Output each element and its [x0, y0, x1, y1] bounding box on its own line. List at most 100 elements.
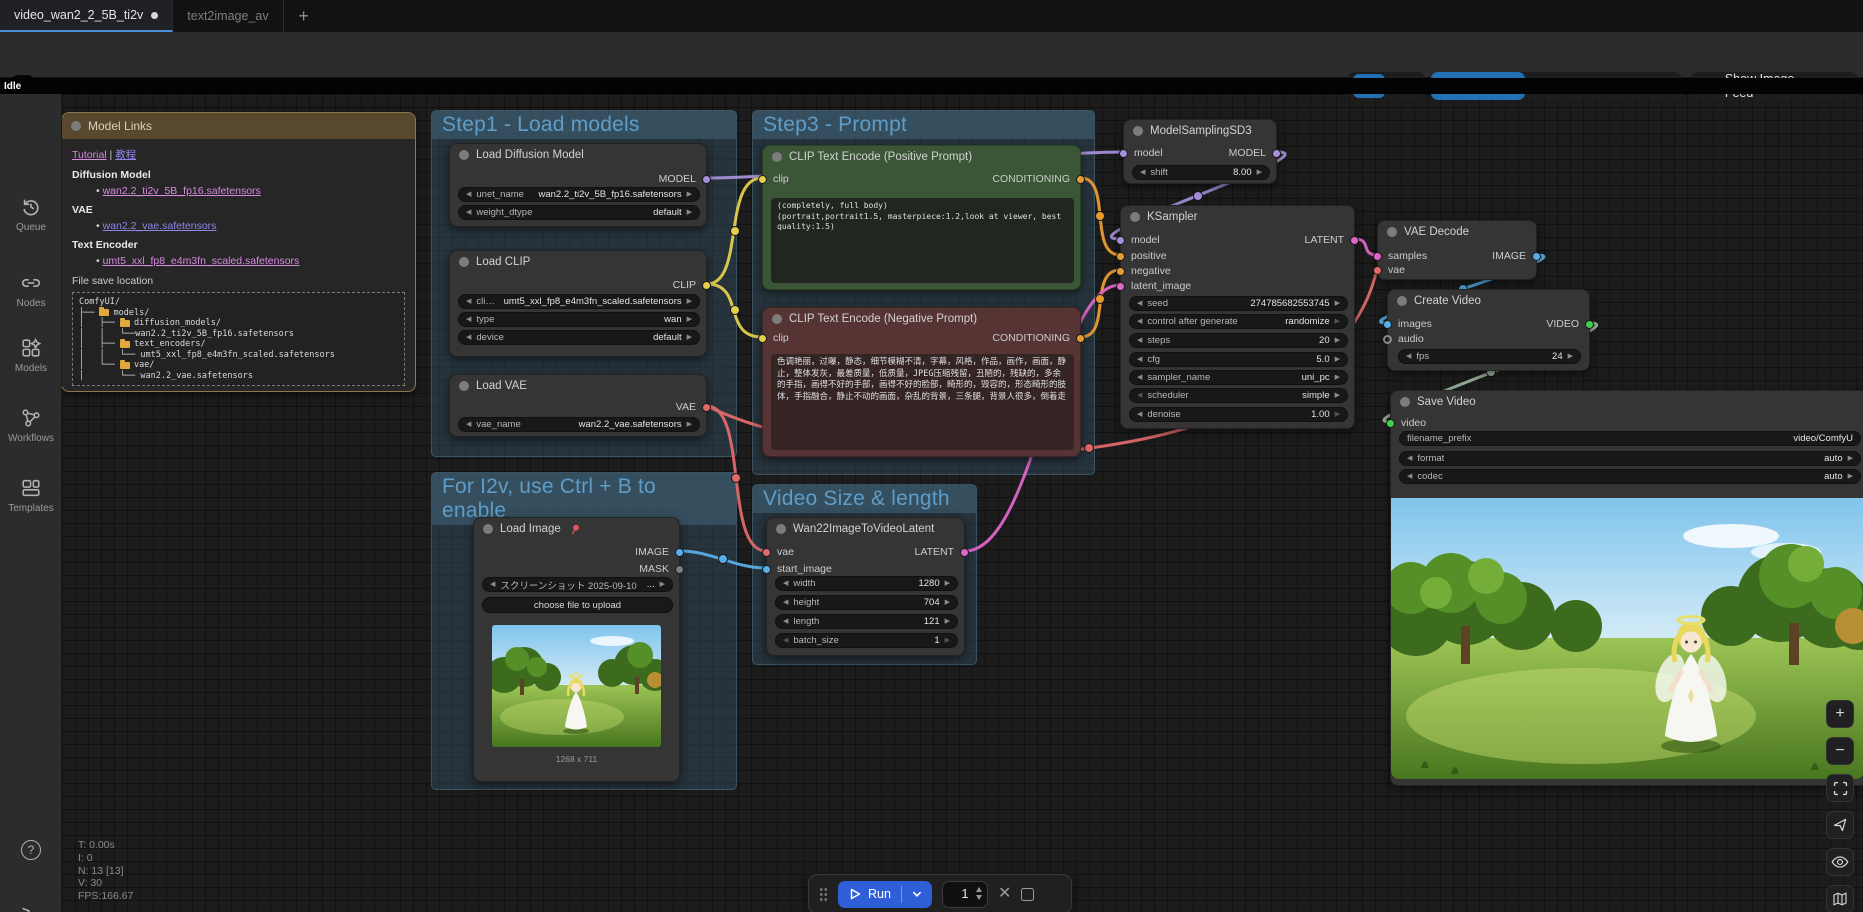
sidebar-item-models[interactable]: Models — [0, 337, 62, 374]
model-link[interactable]: wan2.2_ti2v_5B_fp16.safetensors — [103, 185, 261, 197]
widget-cfg[interactable]: cfg5.0 — [1129, 352, 1348, 367]
widget-device[interactable]: devicedefault — [458, 330, 700, 345]
input-latent-image[interactable]: latent_image — [1116, 281, 1191, 291]
prompt-textarea[interactable]: 色调艳丽，过曝，静态，细节模糊不清，字幕，风格，作品，画作，画面，静止，整体发灰… — [771, 354, 1074, 450]
widget-unet-name[interactable]: unet_namewan2.2_ti2v_5B_fp16.safetensors — [458, 187, 700, 202]
collapse-dot[interactable] — [1387, 227, 1397, 237]
widget-length[interactable]: length121 — [775, 614, 958, 629]
widget-codec[interactable]: codecauto — [1399, 469, 1861, 484]
widget-fps[interactable]: fps24 — [1398, 349, 1581, 364]
widget-format[interactable]: formatauto — [1399, 451, 1861, 466]
output-video[interactable]: VIDEO — [1546, 319, 1594, 329]
output-image[interactable]: IMAGE — [1492, 251, 1541, 261]
sidebar-item-nodes[interactable]: Nodes — [0, 272, 62, 309]
widget-denoise[interactable]: denoise1.00 — [1129, 407, 1348, 422]
sidebar-item-templates[interactable]: Templates — [0, 477, 62, 514]
node-vae-decode[interactable]: VAE Decode samples vae IMAGE — [1377, 220, 1537, 280]
help-button[interactable] — [0, 840, 62, 860]
terminal-button[interactable] — [0, 903, 62, 912]
minimap-button[interactable] — [1826, 885, 1854, 912]
widget-vae-name[interactable]: vae_namewan2.2_vae.safetensors — [458, 417, 700, 432]
output-vae[interactable]: VAE — [676, 402, 711, 412]
collapse-dot[interactable] — [1133, 126, 1143, 136]
input-vae[interactable]: vae — [762, 547, 794, 557]
tutorial-link-zh[interactable]: 教程 — [115, 149, 136, 161]
widget-seed[interactable]: seed274785682553745 — [1129, 296, 1348, 311]
output-model[interactable]: MODEL — [659, 174, 711, 184]
collapse-dot[interactable] — [459, 257, 469, 267]
tab-text2image-av[interactable]: text2image_av — [173, 0, 283, 32]
widget-sampler-name[interactable]: sampler_nameuni_pc — [1129, 370, 1348, 385]
output-model[interactable]: MODEL — [1229, 148, 1281, 158]
collapse-dot[interactable] — [772, 314, 782, 324]
node-model-links-note[interactable]: Model Links Tutorial | 教程 Diffusion Mode… — [61, 112, 416, 392]
fit-view-button[interactable] — [1826, 774, 1854, 802]
node-save-video[interactable]: Save Video video filename_prefixvideo/Co… — [1390, 390, 1863, 786]
run-options-button[interactable] — [902, 888, 932, 900]
widget-height[interactable]: height704 — [775, 595, 958, 610]
node-load-vae[interactable]: Load VAE VAE vae_namewan2.2_vae.safetens… — [449, 374, 707, 437]
collapse-dot[interactable] — [71, 121, 81, 131]
node-clip-negative[interactable]: CLIP Text Encode (Negative Prompt) clip … — [762, 307, 1081, 457]
widget-batch-size[interactable]: batch_size1 — [775, 633, 958, 648]
widget-control-after-generate[interactable]: control after generaterandomize — [1129, 314, 1348, 329]
collapse-dot[interactable] — [459, 150, 469, 160]
count-stepper[interactable] — [976, 887, 982, 900]
group-step3-header[interactable]: Step3 - Prompt — [753, 111, 1094, 139]
collapse-dot[interactable] — [772, 152, 782, 162]
node-create-video[interactable]: Create Video images audio VIDEO fps24 — [1387, 289, 1590, 371]
output-clip[interactable]: CLIP — [673, 280, 711, 290]
tutorial-link[interactable]: Tutorial — [72, 149, 107, 161]
input-model[interactable]: model — [1116, 235, 1160, 245]
node-load-image[interactable]: Load Image IMAGE MASK スクリーンショット 2025-09-… — [473, 517, 680, 782]
group-step1-header[interactable]: Step1 - Load models — [432, 111, 736, 139]
new-workflow-tab-button[interactable]: + — [284, 0, 324, 32]
input-start-image[interactable]: start_image — [762, 564, 832, 574]
group-video-size-header[interactable]: Video Size & length — [753, 485, 976, 513]
input-vae[interactable]: vae — [1373, 265, 1405, 275]
node-load-diffusion-model[interactable]: Load Diffusion Model MODEL unet_namewan2… — [449, 143, 707, 227]
select-mode-button[interactable] — [1826, 811, 1854, 839]
zoom-out-button[interactable] — [1826, 737, 1854, 765]
widget-shift[interactable]: shift8.00 — [1132, 165, 1270, 180]
widget-type[interactable]: typewan — [458, 312, 700, 327]
cancel-run-button[interactable] — [998, 886, 1011, 902]
widget-weight-dtype[interactable]: weight_dtypedefault — [458, 205, 700, 220]
widget-scheduler[interactable]: schedulersimple — [1129, 388, 1348, 403]
sidebar-item-workflows[interactable]: Workflows — [0, 407, 62, 444]
note-title-bar[interactable]: Model Links — [62, 113, 415, 139]
collapse-dot[interactable] — [1397, 296, 1407, 306]
node-model-sampling-sd3[interactable]: ModelSamplingSD3 model MODEL shift8.00 — [1123, 119, 1277, 184]
collapse-dot[interactable] — [483, 524, 493, 534]
stop-button[interactable] — [1021, 888, 1034, 901]
input-negative[interactable]: negative — [1116, 266, 1171, 276]
input-clip[interactable]: clip — [758, 333, 789, 343]
zoom-in-button[interactable] — [1826, 700, 1854, 728]
widget-steps[interactable]: steps20 — [1129, 333, 1348, 348]
prompt-textarea[interactable]: (completely, full body) (portrait,portra… — [771, 198, 1074, 283]
drag-handle[interactable] — [819, 887, 828, 902]
collapse-dot[interactable] — [459, 381, 469, 391]
widget-filename-prefix[interactable]: filename_prefixvideo/ComfyU — [1399, 431, 1861, 446]
widget-image-file[interactable]: スクリーンショット 2025-09-10... — [482, 577, 673, 592]
sidebar-item-queue[interactable]: Queue — [0, 196, 62, 233]
input-images[interactable]: images — [1383, 319, 1432, 329]
run-button[interactable]: Run — [838, 881, 932, 908]
collapse-dot[interactable] — [776, 524, 786, 534]
upload-button[interactable]: choose file to upload — [482, 597, 673, 613]
input-positive[interactable]: positive — [1116, 251, 1167, 261]
widget-clip-name[interactable]: clip_...umt5_xxl_fp8_e4m3fn_scaled.safet… — [458, 294, 700, 309]
node-wan22-image-to-video-latent[interactable]: Wan22ImageToVideoLatent vae start_image … — [766, 517, 965, 656]
step-up-icon[interactable] — [976, 887, 982, 892]
input-clip[interactable]: clip — [758, 174, 789, 184]
node-ksampler[interactable]: KSampler model positive negative latent_… — [1120, 205, 1355, 429]
node-clip-positive[interactable]: CLIP Text Encode (Positive Prompt) clip … — [762, 145, 1081, 290]
output-mask[interactable]: MASK — [639, 564, 684, 574]
collapse-dot[interactable] — [1400, 397, 1410, 407]
tab-video-wan2-2-5b-ti2v[interactable]: video_wan2_2_5B_ti2v — [0, 0, 173, 32]
node-load-clip[interactable]: Load CLIP CLIP clip_...umt5_xxl_fp8_e4m3… — [449, 250, 707, 357]
batch-count-input[interactable]: 1 — [942, 881, 988, 908]
input-video[interactable]: video — [1386, 418, 1426, 428]
output-latent[interactable]: LATENT — [1305, 235, 1359, 245]
model-link[interactable]: wan2.2_vae.safetensors — [103, 220, 217, 232]
